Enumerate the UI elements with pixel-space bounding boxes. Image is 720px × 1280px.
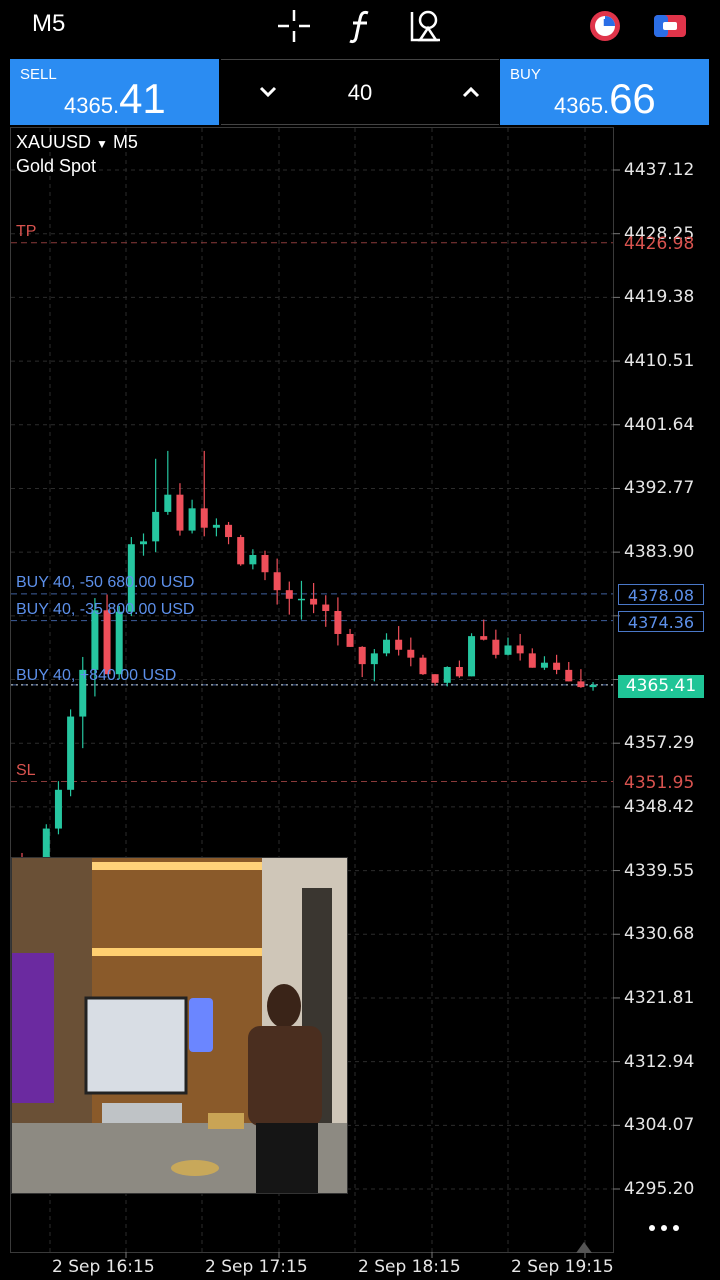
candle-body [212, 524, 220, 528]
candle-body [468, 636, 476, 677]
current-price-tag: 4365.41 [618, 675, 704, 698]
candle-body [310, 598, 318, 605]
candle-body [176, 494, 184, 531]
position-line-label[interactable]: BUY 40, +840.00 USD [16, 667, 176, 685]
candle-body [200, 508, 208, 528]
sl-label: SL [16, 762, 36, 779]
candle-body [225, 524, 233, 538]
candle-body [455, 667, 463, 677]
candle-body [188, 508, 196, 531]
position-line-label[interactable]: BUY 40, -50 680.00 USD [16, 574, 194, 592]
scroll-to-end-icon[interactable] [574, 1240, 594, 1254]
candle-body [383, 639, 390, 654]
candle-body [346, 633, 354, 647]
candle-body [589, 684, 597, 688]
tp-label: TP [16, 223, 37, 240]
candle-body [261, 554, 269, 573]
candle-body [492, 639, 500, 655]
candle-body [273, 572, 281, 591]
candle-body [115, 611, 123, 675]
candle-body [407, 649, 415, 658]
candle-body [297, 598, 305, 601]
symbol-header: XAUUSD ▼ M5 [16, 132, 138, 152]
candle-body [334, 611, 342, 634]
position-line-label[interactable]: BUY 40, -35 800.00 USD [16, 601, 194, 619]
candle-body [237, 537, 245, 565]
symbol-description: Gold Spot [16, 156, 97, 176]
candle-body [358, 646, 366, 665]
candle-body [431, 674, 439, 683]
candle-body [395, 639, 403, 650]
candle-body [103, 610, 111, 675]
candle-body [370, 653, 378, 665]
tp-price-label: 4426.98 [624, 234, 695, 254]
candle-body [164, 494, 172, 512]
position-price-tag: 4378.08 [618, 584, 704, 605]
candle-body [285, 590, 293, 599]
candle-body [480, 636, 488, 640]
candle-body [504, 645, 512, 655]
candle-body [516, 645, 524, 654]
video-overlay-photo [11, 857, 348, 1194]
candle-body [67, 716, 75, 790]
candle-body [54, 789, 62, 829]
candle-body [322, 604, 330, 612]
candle-body [152, 511, 160, 542]
candle-body [565, 669, 573, 682]
candle-body [419, 657, 427, 675]
sl-price-label: 4351.95 [624, 773, 695, 793]
candle-body [91, 610, 99, 670]
candle-body [528, 653, 536, 668]
position-price-tag: 4374.36 [618, 611, 704, 632]
candle-body [540, 662, 548, 668]
candle-body [249, 554, 257, 565]
candle-body [553, 662, 561, 670]
candle-body [577, 681, 585, 688]
candle-body [443, 667, 451, 683]
more-options-icon[interactable] [646, 1218, 682, 1238]
candle-body [140, 541, 147, 545]
